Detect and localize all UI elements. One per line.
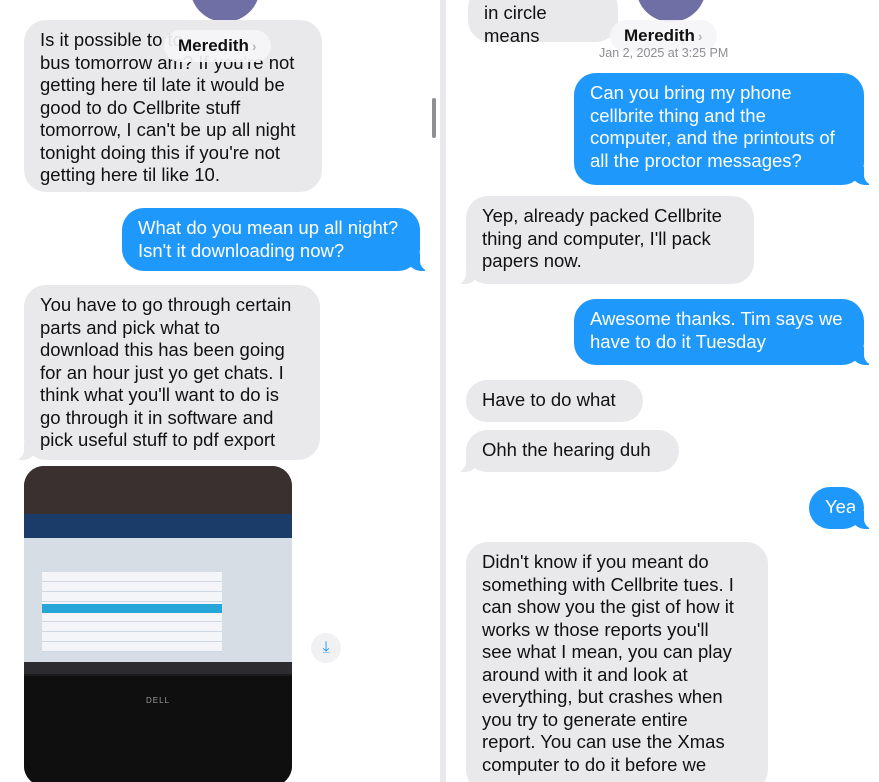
message-bubble-incoming[interactable]: in circle means: [468, 0, 618, 46]
right-conversation-panel: in circle means Meredith › Jan 2, 2025 at…: [446, 0, 879, 782]
download-icon[interactable]: ⤓: [311, 633, 341, 663]
message-bubble-outgoing[interactable]: What do you mean up all night? Isn't it …: [122, 208, 430, 271]
message-bubble-incoming[interactable]: Ohh the hearing duh: [456, 430, 679, 472]
app-title-bar: [24, 514, 292, 538]
message-bubble-incoming[interactable]: You have to go through certain parts and…: [14, 285, 320, 460]
photo-attachment[interactable]: DELL: [24, 466, 292, 782]
chevron-right-icon: ›: [251, 38, 257, 54]
laptop-brand-label: DELL: [146, 696, 171, 705]
contact-name: Meredith: [624, 26, 695, 45]
contact-avatar[interactable]: [190, 0, 260, 22]
message-bubble-outgoing[interactable]: Can you bring my phone cellbrite thing a…: [574, 73, 874, 185]
message-timestamp: Jan 2, 2025 at 3:25 PM: [599, 46, 729, 60]
selected-row: [42, 604, 222, 613]
message-bubble-incoming[interactable]: Didn't know if you meant do something wi…: [466, 542, 768, 782]
laptop-body: [24, 676, 292, 782]
laptop-screen: [24, 514, 292, 672]
left-conversation-panel: Is it possible to to bus tomorrow am? If…: [0, 0, 440, 782]
scrollbar[interactable]: [432, 98, 436, 138]
contact-name-button[interactable]: Meredith ›: [164, 30, 271, 62]
message-bubble-outgoing[interactable]: Awesome thanks. Tim says we have to do i…: [574, 299, 874, 365]
contact-name: Meredith: [178, 36, 249, 55]
chevron-right-icon: ›: [697, 28, 703, 44]
message-bubble-outgoing[interactable]: Yea: [809, 487, 874, 529]
message-bubble-incoming[interactable]: Yep, already packed Cellbrite thing and …: [456, 196, 754, 284]
taskbar: [24, 662, 292, 674]
message-bubble-incoming[interactable]: Have to do what: [466, 380, 643, 422]
contact-avatar[interactable]: [636, 0, 706, 22]
